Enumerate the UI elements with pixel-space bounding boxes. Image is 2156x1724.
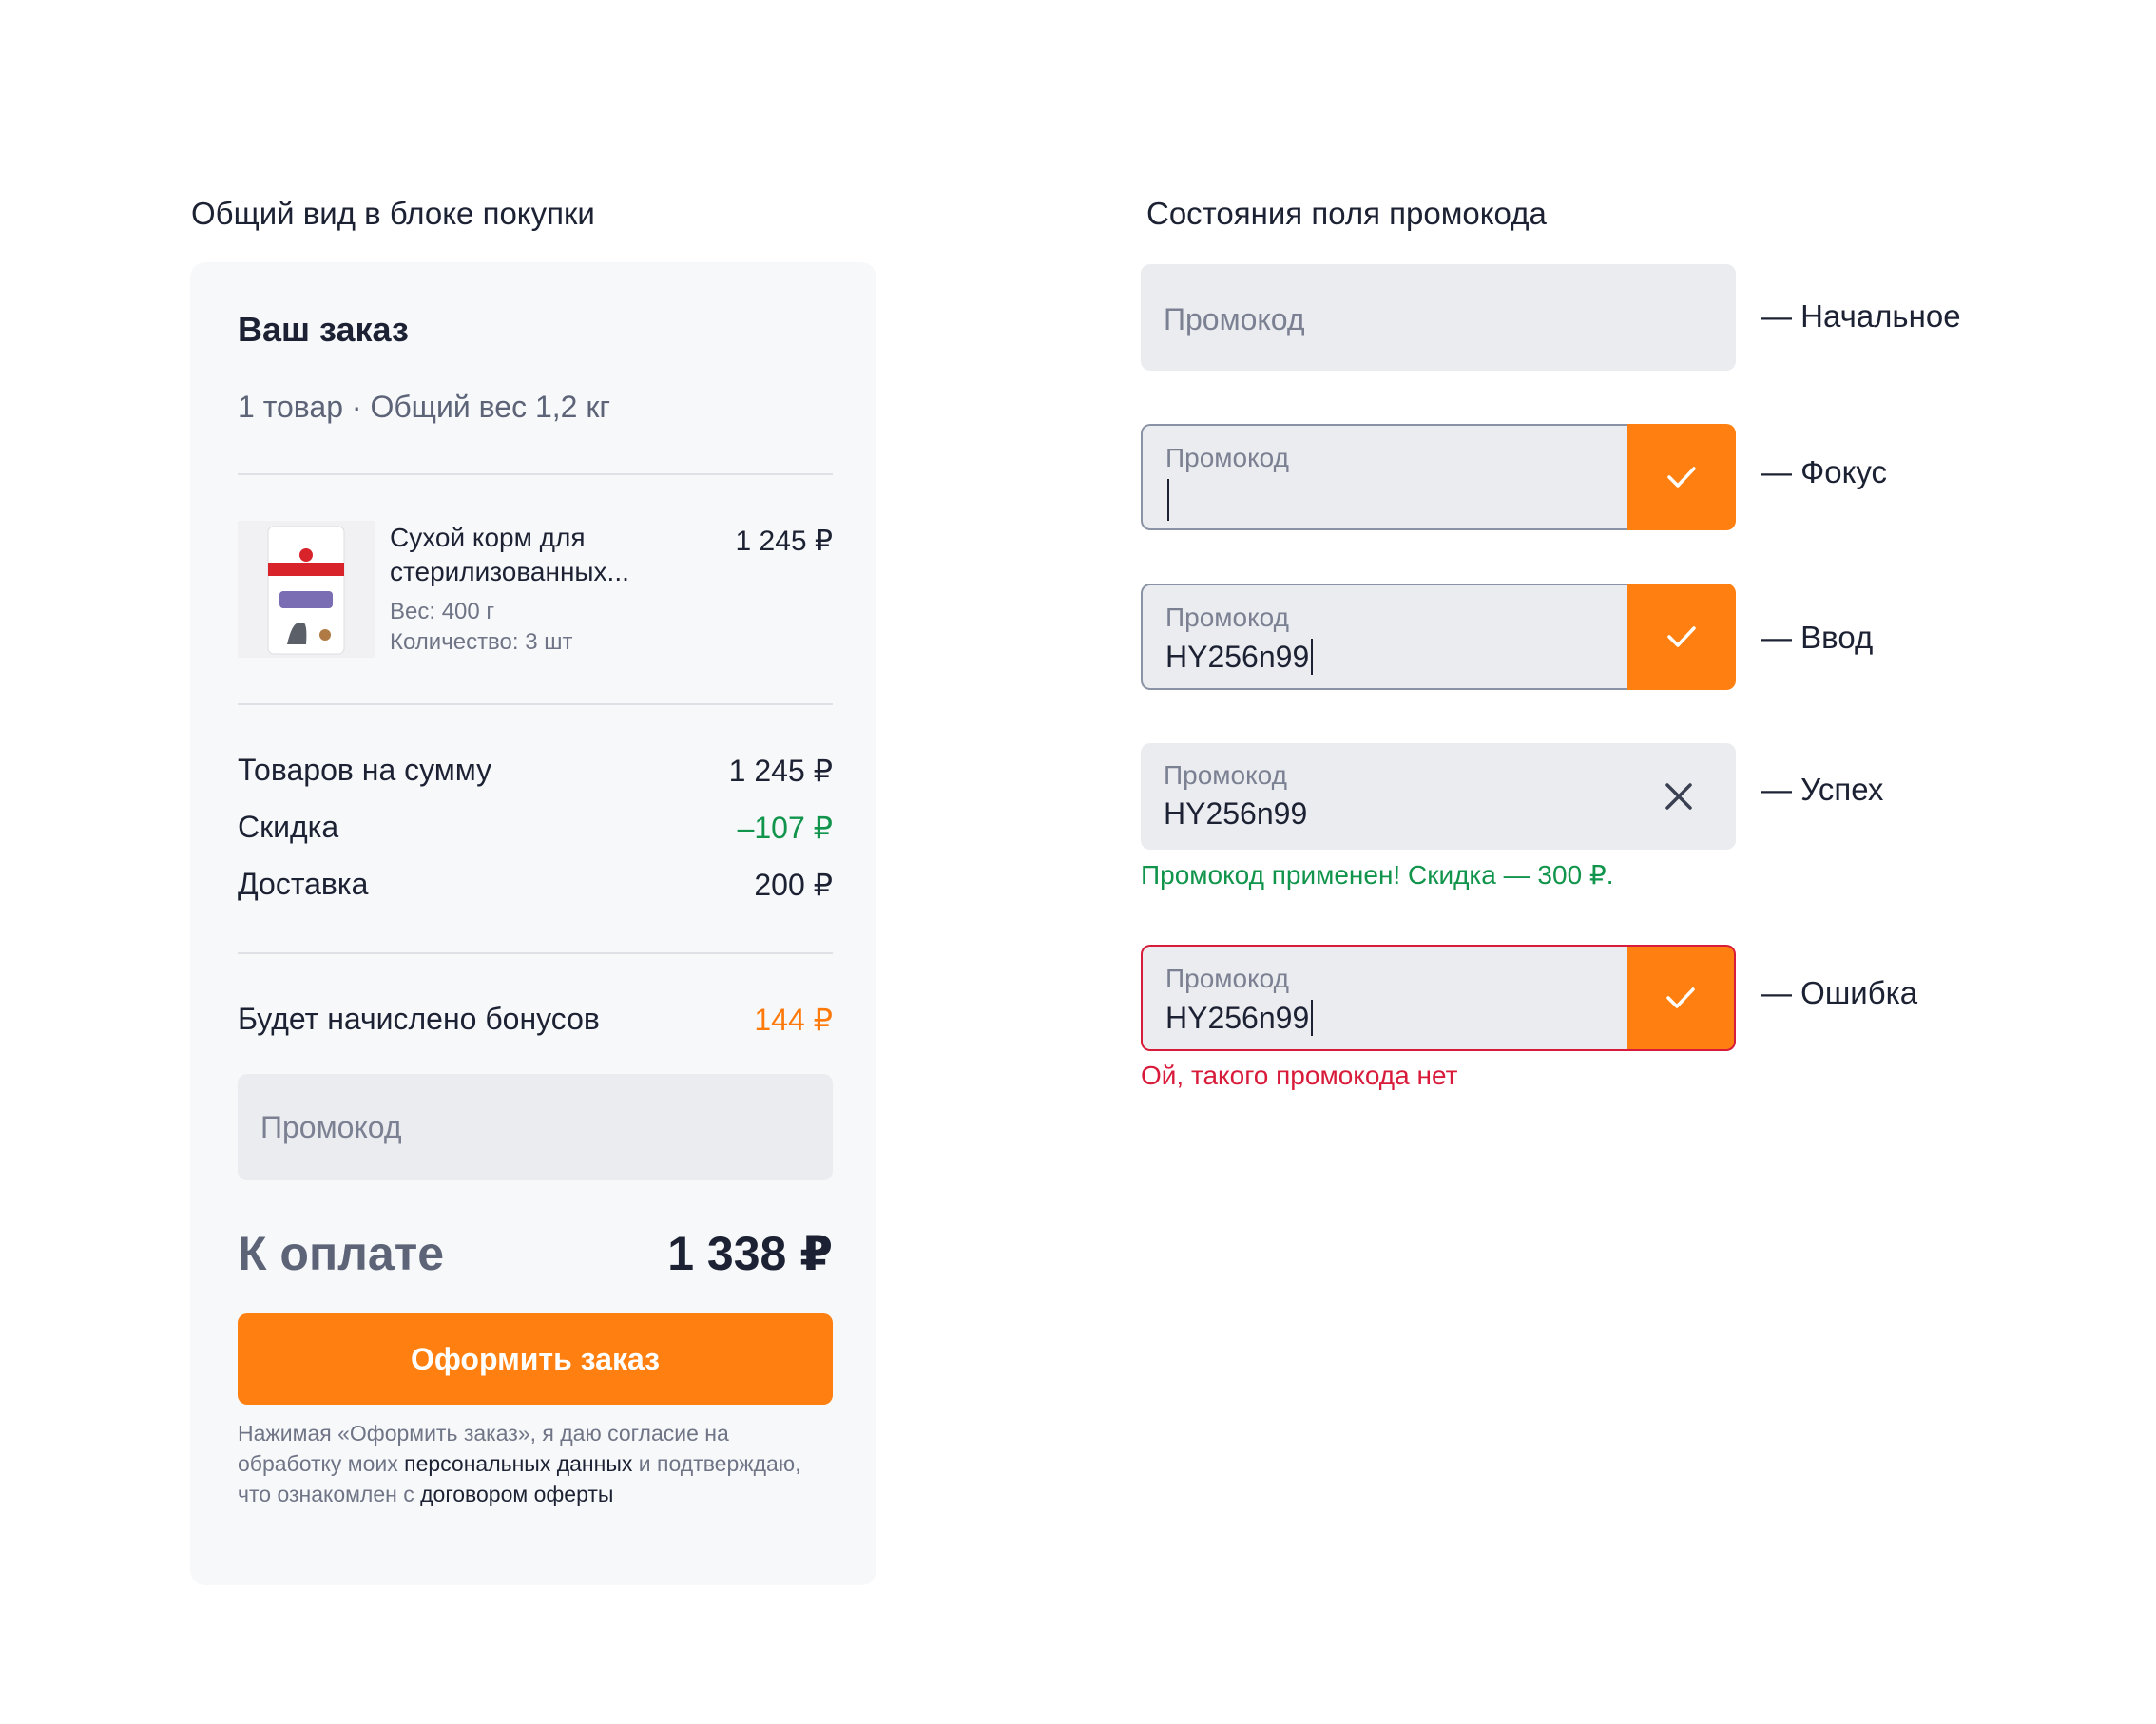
order-subtitle: 1 товар · Общий вес 1,2 кг [238,390,611,424]
text-cursor [1311,639,1314,675]
personal-data-link[interactable]: персональных данных [404,1451,632,1476]
promo-field-label: Промокод [1165,964,1289,993]
consent-text: Нажимая «Оформить заказ», я даю согласие… [238,1418,833,1509]
product-image[interactable] [238,521,375,658]
promo-field-success[interactable]: Промокод HY256n99 [1141,743,1736,850]
state-label-initial: — Начальное [1761,298,1961,334]
promo-code-input[interactable] [238,1074,833,1180]
total-value: 1 338 ₽ [667,1227,833,1280]
summary-value: 1 245 ₽ [728,754,833,788]
apply-promo-button[interactable] [1627,584,1736,690]
order-title: Ваш заказ [238,310,409,349]
close-icon [1665,783,1692,810]
summary-row-items: Товаров на сумму 1 245 ₽ [238,753,833,795]
promo-error-message: Ой, такого промокода нет [1141,1061,1458,1090]
promo-field-initial[interactable]: Промокод [1141,264,1736,371]
promo-field-input[interactable]: Промокод HY256n99 [1141,584,1629,690]
divider [238,473,833,475]
promo-state-initial: Промокод [1141,264,1736,371]
section-title-promo-states: Состояния поля промокода [1146,196,1547,231]
promo-state-success: Промокод HY256n99 [1141,743,1736,850]
promo-state-focus: Промокод [1141,424,1736,530]
product-name-line1: Сухой корм для [390,523,586,552]
product-price: 1 245 ₽ [735,526,834,557]
summary-label: Доставка [238,867,369,901]
promo-field-label: Промокод [1165,443,1289,472]
state-label-input: — Ввод [1761,620,1874,655]
text-cursor [1311,1000,1314,1036]
promo-field-error[interactable]: Промокод HY256n99 [1141,945,1629,1051]
promo-field-value: HY256n99 [1165,640,1310,674]
check-icon [1667,467,1696,488]
summary-row-delivery: Доставка 200 ₽ [238,867,833,909]
promo-field-value-wrap: HY256n99 [1165,1000,1314,1036]
apply-promo-button[interactable] [1627,424,1736,530]
promo-field-value: HY256n99 [1165,1001,1310,1035]
text-cursor [1167,479,1169,521]
check-icon [1667,626,1696,647]
bonus-row: Будет начислено бонусов 144 ₽ [238,1002,833,1044]
product-weight: Вес: 400 г [390,599,495,624]
bonus-value: 144 ₽ [754,1003,833,1037]
promo-field-label: Промокод [1165,603,1289,632]
promo-success-message: Промокод применен! Скидка — 300 ₽. [1141,860,1614,890]
promo-state-input: Промокод HY256n99 [1141,584,1736,690]
divider [238,952,833,954]
product-name[interactable]: Сухой корм для стерилизованных... [390,521,694,589]
promo-field-value-wrap: HY256n99 [1165,639,1314,675]
apply-promo-button[interactable] [1627,945,1736,1051]
summary-value: –107 ₽ [737,811,833,845]
promo-state-error: Промокод HY256n99 [1141,945,1736,1051]
summary-label: Скидка [238,810,339,844]
section-title-overview: Общий вид в блоке покупки [191,196,595,231]
summary-row-discount: Скидка –107 ₽ [238,810,833,852]
clear-promo-button[interactable] [1660,777,1698,815]
order-summary-card: Ваш заказ 1 товар · Общий вес 1,2 кг Сух… [190,262,876,1585]
offer-agreement-link[interactable]: договором оферты [420,1482,613,1506]
promo-placeholder: Промокод [1164,302,1305,336]
total-label: К оплате [238,1227,445,1280]
promo-field-value: HY256n99 [1164,796,1308,831]
product-name-line2: стерилизованных... [390,557,629,586]
state-label-focus: — Фокус [1761,454,1888,489]
checkout-button[interactable]: Оформить заказ [238,1313,833,1405]
summary-label: Товаров на сумму [238,753,492,787]
state-label-error: — Ошибка [1761,975,1918,1010]
check-icon [1666,987,1695,1008]
promo-field-label: Промокод [1164,760,1287,790]
product-quantity: Количество: 3 шт [390,629,573,655]
promo-field-focus[interactable]: Промокод [1141,424,1629,530]
state-label-success: — Успех [1761,772,1884,807]
bonus-label: Будет начислено бонусов [238,1002,600,1036]
divider [238,703,833,705]
summary-value: 200 ₽ [754,868,833,902]
